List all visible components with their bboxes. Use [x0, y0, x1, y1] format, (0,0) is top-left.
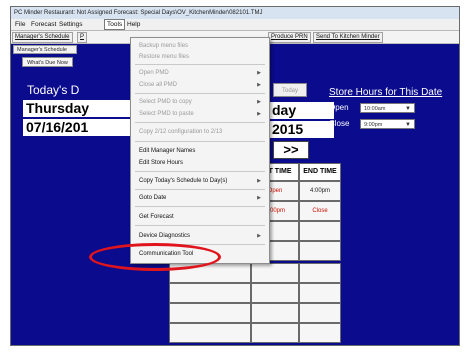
menu-item-copy-schedule[interactable]: Copy Today's Schedule to Day(s) ▶ — [131, 176, 269, 186]
menu-item-select-pmd-copy[interactable]: Select PMD to copy ▶ — [131, 97, 269, 107]
close-label: Close — [329, 119, 350, 128]
menu-item-device-diagnostics[interactable]: Device Diagnostics ▶ — [131, 231, 269, 241]
todays-date-label: Today's D — [27, 83, 80, 97]
grid-cell[interactable] — [299, 303, 341, 323]
menu-item-label: Open PMD — [139, 70, 169, 76]
year-right-field: 2015 — [270, 121, 334, 138]
tools-menu-dropdown: Backup menu files Restore menu files Ope… — [130, 37, 270, 264]
grid-cell[interactable] — [251, 263, 299, 283]
grid-cell[interactable] — [299, 241, 341, 261]
menu-item-label: Copy Today's Schedule to Day(s) — [139, 178, 228, 184]
menu-item-copy-configuration[interactable]: Copy 2/12 configuration to 2/13 — [131, 127, 269, 137]
chevron-right-icon: ▶ — [257, 233, 261, 239]
send-to-kitchen-button[interactable]: Send To Kitchen Minder — [313, 32, 383, 43]
menu-item-goto-date[interactable]: Goto Date ▶ — [131, 193, 269, 203]
menu-item-restore-files[interactable]: Restore menu files — [131, 52, 269, 62]
menu-file[interactable]: File — [13, 20, 27, 29]
menu-separator — [135, 64, 265, 65]
end-time-header: END TIME — [299, 163, 341, 181]
menu-item-label: Device Diagnostics — [139, 233, 191, 239]
menu-tools[interactable]: Tools — [104, 19, 126, 30]
menu-item-backup-files[interactable]: Backup menu files — [131, 41, 269, 51]
grid-cell[interactable] — [299, 283, 341, 303]
grid-cell[interactable] — [299, 323, 341, 343]
chevron-down-icon: ▼ — [405, 122, 411, 128]
menu-item-label: Edit Manager Names — [139, 148, 196, 154]
menu-settings[interactable]: Settings — [57, 20, 85, 29]
chevron-down-icon: ▼ — [405, 106, 411, 112]
managers-schedule-button[interactable]: Manager's Schedule — [12, 32, 73, 43]
open-label: Open — [329, 103, 349, 112]
menu-item-edit-manager-names[interactable]: Edit Manager Names — [131, 146, 269, 156]
menu-separator — [135, 122, 265, 123]
chevron-right-icon: ▶ — [257, 70, 261, 76]
grid-cell[interactable] — [169, 303, 251, 323]
today-button[interactable]: Today — [273, 83, 307, 97]
menu-item-label: Goto Date — [139, 195, 167, 201]
menu-item-open-pmd[interactable]: Open PMD ▶ — [131, 68, 269, 78]
chevron-right-icon: ▶ — [257, 82, 261, 88]
menu-item-label: Close all PMD — [139, 82, 178, 88]
produce-prn-button[interactable]: Produce PRN — [268, 32, 311, 43]
menu-item-label: Get Forecast — [139, 214, 174, 220]
chevron-right-icon: ▶ — [257, 178, 261, 184]
menu-help[interactable]: Help — [125, 20, 142, 29]
menu-item-edit-store-hours[interactable]: Edit Store Hours — [131, 158, 269, 168]
chevron-right-icon: ▶ — [257, 195, 261, 201]
row2-end-time[interactable]: Close — [299, 201, 341, 221]
menu-item-get-forecast[interactable]: Get Forecast — [131, 212, 269, 222]
open-hour-value: 10:00am — [364, 106, 386, 112]
window-title: PC Minder Restaurant: Not Assigned Forec… — [11, 7, 459, 19]
menu-separator — [135, 93, 265, 94]
grid-cell[interactable] — [251, 283, 299, 303]
menu-item-label: Edit Store Hours — [139, 160, 184, 166]
whats-due-now-button[interactable]: What's Due Now — [22, 57, 73, 67]
grid-cell[interactable] — [251, 323, 299, 343]
highlight-ring-annotation — [89, 243, 221, 271]
app-window: PC Minder Restaurant: Not Assigned Forec… — [10, 6, 460, 346]
menu-bar: File Forecast Settings Tools Help — [11, 19, 459, 31]
menu-separator — [135, 171, 265, 172]
store-hours-title: Store Hours for This Date — [329, 87, 443, 98]
menu-forecast[interactable]: Forecast — [29, 20, 58, 29]
close-hour-select[interactable]: 9:00pm ▼ — [360, 119, 415, 129]
chevron-right-icon: ▶ — [257, 111, 261, 117]
menu-item-label: Backup menu files — [139, 43, 189, 49]
toolbar-p-button[interactable]: P — [77, 32, 88, 43]
close-hour-value: 9:00pm — [364, 122, 383, 128]
menu-item-label: Restore menu files — [139, 54, 190, 60]
row1-end-time[interactable]: 4:00pm — [299, 181, 341, 201]
menu-separator — [135, 225, 265, 226]
managers-schedule-tab[interactable]: Manager's Schedule — [13, 45, 77, 54]
menu-item-label: Select PMD to copy — [139, 99, 192, 105]
menu-item-select-pmd-paste[interactable]: Select PMD to paste ▶ — [131, 109, 269, 119]
menu-item-close-pmd[interactable]: Close all PMD ▶ — [131, 80, 269, 90]
menu-item-label: Copy 2/12 configuration to 2/13 — [139, 129, 223, 135]
next-day-button[interactable]: >> — [273, 141, 309, 159]
grid-cell[interactable] — [169, 283, 251, 303]
menu-item-label: Select PMD to paste — [139, 111, 194, 117]
grid-cell[interactable] — [169, 323, 251, 343]
grid-cell[interactable] — [299, 263, 341, 283]
chevron-right-icon: ▶ — [257, 99, 261, 105]
menu-separator — [135, 141, 265, 142]
menu-separator — [135, 206, 265, 207]
menu-separator — [135, 189, 265, 190]
day-right-field: day — [270, 102, 334, 119]
open-hour-select[interactable]: 10:00am ▼ — [360, 103, 415, 113]
grid-cell[interactable] — [299, 221, 341, 241]
grid-cell[interactable] — [251, 303, 299, 323]
